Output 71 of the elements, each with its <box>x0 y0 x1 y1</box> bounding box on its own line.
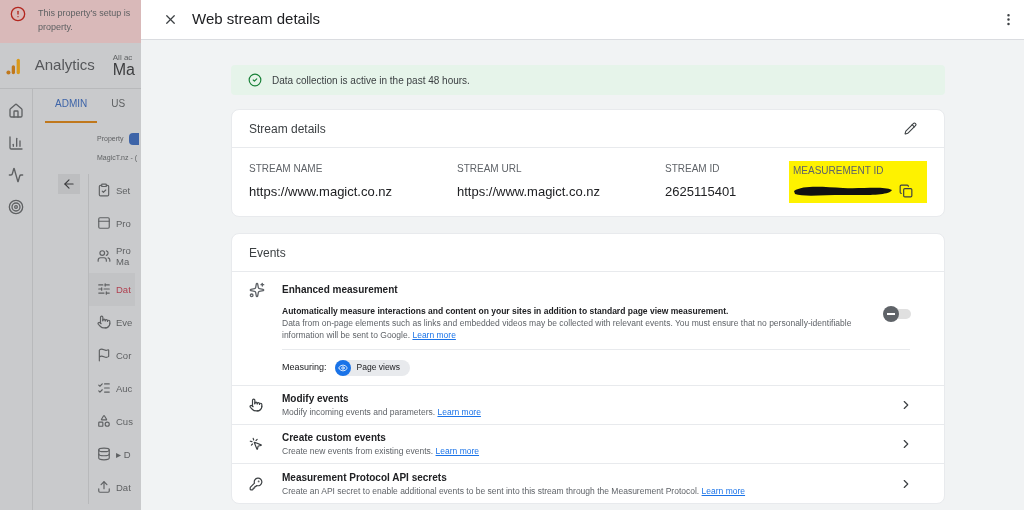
menu-item[interactable]: Dat <box>89 470 135 504</box>
tab[interactable]: US <box>101 96 136 123</box>
menu-item[interactable]: Cus <box>89 404 135 438</box>
alert-text: This property's setup is <box>38 7 131 20</box>
section-title: Enhanced measurement <box>282 283 399 297</box>
row-title: Create custom events <box>282 431 387 446</box>
description-text: Data from on-page elements such as links and embedded videos may be collected with relevant events. You must ensure that no personally-identifiable information will be sent to Google. Learn more <box>282 317 853 341</box>
field-label: STREAM URL <box>457 162 523 176</box>
row-description: Create new events from existing events. Learn more <box>282 445 480 458</box>
drawer-title: Web stream details <box>192 9 321 30</box>
pointer-hand-icon <box>249 398 263 412</box>
row-description: Modify incoming events and parameters. Learn more <box>282 406 481 419</box>
field-label: STREAM NAME <box>249 162 324 176</box>
menu-item[interactable]: ▸ D <box>89 437 135 471</box>
learn-more-link[interactable]: Learn more <box>412 330 456 340</box>
menu-item[interactable]: Pro <box>89 206 135 240</box>
pointer-hand-icon <box>97 315 111 329</box>
measurement-chip: Page views <box>334 359 410 376</box>
tab[interactable]: ADMIN <box>45 96 98 123</box>
field-value: https://www.magict.co.nz <box>249 183 394 201</box>
panel-icon <box>97 216 111 230</box>
home-icon[interactable] <box>8 103 24 119</box>
copy-icon[interactable] <box>899 184 913 198</box>
edit-icon[interactable] <box>904 122 917 135</box>
field-value: https://www.magict.co.nz <box>457 183 602 201</box>
alert-text: property. <box>38 21 74 34</box>
back-button[interactable] <box>58 173 80 194</box>
eye-icon <box>337 362 348 373</box>
event-row[interactable]: Measurement Protocol API secrets Create an API secret to enable additional events to be sent into this stream through the Measurement Protocol. Learn more <box>232 464 944 503</box>
learn-more-link[interactable]: Learn more <box>437 407 481 418</box>
check-circle-icon <box>248 73 262 87</box>
menu-item[interactable]: Pro Ma <box>89 239 135 273</box>
menu-item[interactable]: Auc <box>89 371 135 405</box>
menu-item[interactable]: Eve <box>89 305 135 339</box>
people-icon <box>97 249 111 263</box>
property-selector[interactable] <box>129 133 140 145</box>
account-label: All ac <box>112 53 134 62</box>
row-title: Measurement Protocol API secrets <box>282 470 448 485</box>
event-row[interactable]: Modify events Modify incoming events and parameters. Learn more <box>232 386 944 425</box>
learn-more-link[interactable]: Learn more <box>701 485 746 496</box>
shapes-icon <box>97 414 111 428</box>
measuring-label: Measuring: <box>282 360 327 374</box>
status-text: Data collection is active in the past 48 hours. <box>272 73 470 88</box>
database-icon <box>97 447 111 461</box>
menu-item[interactable]: Cor <box>89 338 135 372</box>
list-icon <box>97 381 111 395</box>
app-name: Analytics <box>34 55 95 76</box>
card-title: Events <box>249 244 286 262</box>
field-label: STREAM ID <box>665 162 721 176</box>
learn-more-link[interactable]: Learn more <box>435 446 480 457</box>
close-icon[interactable] <box>163 12 178 27</box>
description-text: Automatically measure interactions and content on your sites in addition to standard page view measurement. <box>282 305 730 317</box>
row-description: Create an API secret to enable additional events to be sent into this stream through the Measurement Protocol. Learn more <box>282 484 746 498</box>
event-row[interactable]: Create custom events Create new events from existing events. Learn more <box>232 425 944 464</box>
row-title: Modify events <box>282 392 350 407</box>
alert-icon <box>10 6 26 22</box>
menu-item[interactable]: Set <box>89 173 135 207</box>
field-value: 2625115401 <box>665 183 738 201</box>
reports-icon[interactable] <box>8 135 24 151</box>
upload-icon <box>97 480 111 494</box>
key-icon <box>249 476 263 491</box>
cursor-click-icon <box>249 437 263 451</box>
card-title: Stream details <box>249 120 326 138</box>
sliders-icon <box>97 282 111 296</box>
toggle-switch[interactable] <box>885 309 911 319</box>
menu-item[interactable]: Dat <box>89 272 135 306</box>
field-label: MEASUREMENT ID <box>793 164 885 178</box>
sparkles-icon <box>249 282 265 298</box>
account-name: Ma <box>112 61 135 78</box>
flag-icon <box>97 348 111 362</box>
checklist-icon <box>97 183 111 197</box>
